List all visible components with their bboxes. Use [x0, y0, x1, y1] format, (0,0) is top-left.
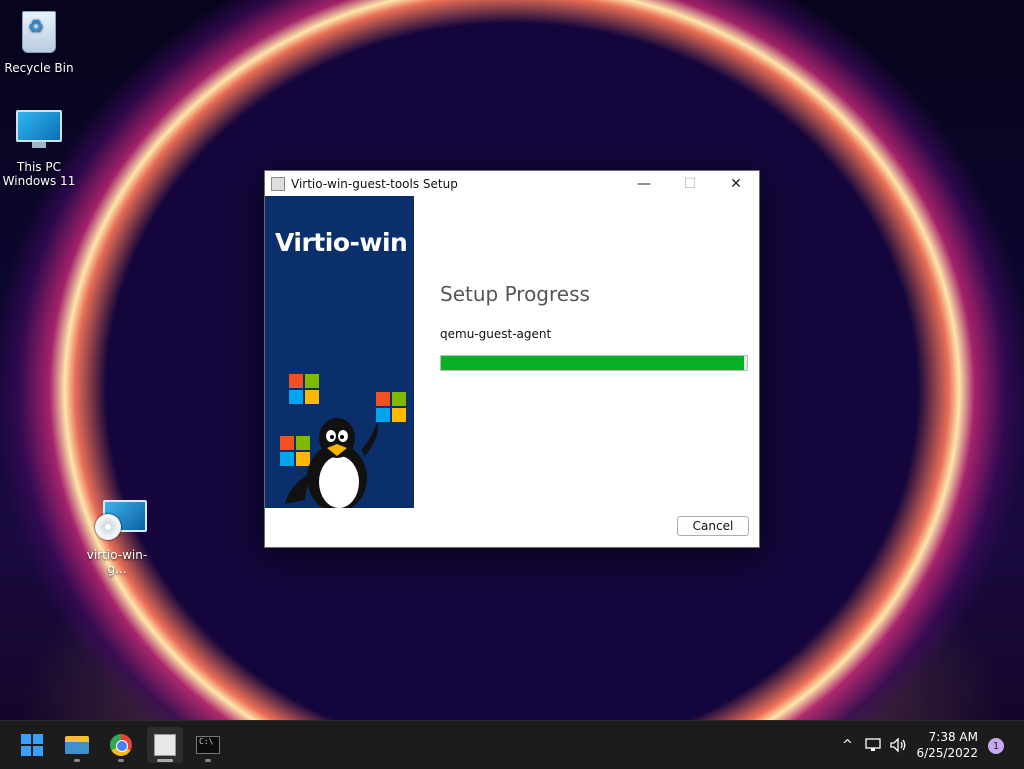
window-title: Virtio-win-guest-tools Setup	[291, 176, 458, 191]
app-icon	[271, 176, 285, 191]
penguin-icon	[285, 418, 378, 508]
volume-icon[interactable]	[889, 737, 907, 753]
page-title: Setup Progress	[440, 282, 590, 306]
start-button[interactable]	[14, 727, 50, 763]
folder-icon	[65, 736, 89, 754]
desktop-icon-virtio-win[interactable]: virtio-win-g...	[79, 498, 155, 576]
taskbar-virtio-setup[interactable]	[147, 727, 183, 763]
setup-content: Setup Progress qemu-guest-agent	[414, 196, 759, 508]
taskbar-clock[interactable]: 7:38 AM 6/25/2022	[916, 729, 978, 761]
desktop-icon-label: This PC	[17, 160, 61, 174]
computer-icon	[15, 110, 63, 156]
chrome-icon	[110, 734, 132, 756]
taskbar-chrome[interactable]	[103, 727, 139, 763]
windows-logo-icon	[289, 374, 319, 404]
title-bar[interactable]: Virtio-win-guest-tools Setup — ☐ ✕	[265, 171, 759, 196]
notification-badge[interactable]: 1	[988, 738, 1004, 754]
window-footer: Cancel	[265, 508, 759, 547]
setup-window: Virtio-win-guest-tools Setup — ☐ ✕ Virti…	[264, 170, 760, 548]
banner-title: Virtio-win	[275, 228, 408, 257]
taskbar-file-explorer[interactable]	[59, 727, 95, 763]
cancel-button[interactable]: Cancel	[677, 516, 749, 536]
desktop-icon-label: virtio-win-g...	[86, 548, 148, 576]
close-button[interactable]: ✕	[713, 171, 759, 196]
taskbar: C:\ ^ 7:38 AM 6/25/2022 1	[0, 720, 1024, 769]
show-hidden-icons-chevron-up-icon[interactable]: ^	[836, 738, 859, 753]
clock-date: 6/25/2022	[916, 746, 978, 760]
desktop-icon-label-sub: Windows 11	[2, 174, 76, 188]
minimize-button[interactable]: —	[621, 171, 667, 196]
desktop-icon-label: Recycle Bin	[4, 61, 74, 75]
recycle-bin-icon	[15, 11, 63, 57]
installer-icon	[154, 734, 176, 756]
system-tray: ^	[836, 721, 907, 769]
setup-banner-image: Virtio-win	[265, 196, 414, 508]
progress-bar-fill	[441, 356, 744, 370]
taskbar-terminal[interactable]: C:\	[190, 727, 226, 763]
windows-start-icon	[21, 734, 43, 756]
desktop-icon-recycle-bin[interactable]: Recycle Bin	[1, 8, 77, 75]
maximize-button: ☐	[683, 175, 697, 192]
network-icon[interactable]	[865, 737, 883, 753]
progress-status-text: qemu-guest-agent	[440, 327, 552, 341]
desktop-icon-this-pc[interactable]: This PC Windows 11	[1, 106, 77, 188]
terminal-icon: C:\	[196, 736, 220, 754]
progress-bar	[440, 355, 748, 371]
cd-drive-icon	[93, 498, 147, 544]
clock-time: 7:38 AM	[928, 730, 978, 744]
